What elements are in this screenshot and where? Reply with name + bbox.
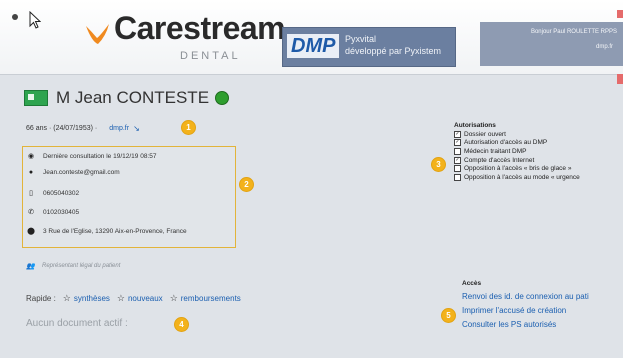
star-icon[interactable]: ☆ xyxy=(170,293,178,304)
auth-item[interactable]: ✓ Compte d'accès Internet xyxy=(454,156,580,165)
quick-label: Rapide : xyxy=(26,294,56,303)
dmp-banner: DMP Pyxvital développé par Pyxistem xyxy=(282,27,456,67)
patient-card-icon xyxy=(24,90,48,106)
eye-icon: ◉ xyxy=(27,153,35,160)
checkbox-unchecked[interactable] xyxy=(454,165,461,173)
auth-label: Dossier ouvert xyxy=(464,130,506,138)
badge-3: 3 xyxy=(432,158,445,171)
patient-age-line: 66 ans · (24/07/1953) · dmp.fr ↘ xyxy=(26,124,140,133)
no-document-text: Aucun document actif : xyxy=(26,318,128,329)
access-title: Accès xyxy=(462,280,482,287)
carestream-mark-icon xyxy=(86,24,109,44)
auth-item[interactable]: Opposition à l'accès « bris de glace » xyxy=(454,164,580,173)
auth-label: Compte d'accès Internet xyxy=(464,156,535,164)
authorizations-title: Autorisations xyxy=(454,122,496,129)
checkbox-checked[interactable]: ✓ xyxy=(454,156,461,164)
location-icon: ⬤ xyxy=(27,228,35,235)
star-icon[interactable]: ☆ xyxy=(117,293,125,304)
auth-label: Opposition à l'accès « bris de glace » xyxy=(464,165,572,173)
mobile-icon: ▯ xyxy=(29,190,33,197)
address-text: 3 Rue de l'Eglise, 13290 Aix-en-Provence… xyxy=(43,227,187,235)
star-icon[interactable]: ☆ xyxy=(63,293,71,304)
patient-age-dob: 66 ans · (24/07/1953) · xyxy=(26,125,98,132)
user-dmp-link[interactable]: dmp.fr xyxy=(596,44,613,50)
phone-row: ✆ 0102030405 xyxy=(27,208,79,217)
patient-title: M Jean CONTESTE xyxy=(24,88,230,108)
badge-2: 2 xyxy=(240,178,253,191)
quick-links: Rapide : ☆ synthèses ☆ nouveaux ☆ rembou… xyxy=(26,293,241,304)
people-icon: 👥 xyxy=(26,263,35,270)
badge-4: 4 xyxy=(175,318,188,331)
legal-representative: 👥 Représentant légal du patient xyxy=(26,262,120,270)
auth-label: Médecin traitant DMP xyxy=(464,147,527,155)
dmp-banner-text: Pyxvital développé par Pyxistem xyxy=(345,33,441,57)
dmp-logo: DMP xyxy=(287,34,340,58)
last-visit-row: ◉ Dernière consultation le 19/12/19 08:5… xyxy=(27,152,157,161)
auth-item[interactable]: ✓ Dossier ouvert xyxy=(454,130,580,139)
patient-info-box: ◉ Dernière consultation le 19/12/19 08:5… xyxy=(22,146,236,248)
email-text[interactable]: Jean.conteste@gmail.com xyxy=(43,169,120,176)
access-link-print-receipt[interactable]: Imprimer l'accusé de création xyxy=(462,304,589,318)
dmp-line2: développé par Pyxistem xyxy=(345,46,442,56)
patient-name: M Jean CONTESTE xyxy=(56,88,210,107)
email-row: ● Jean.conteste@gmail.com xyxy=(27,169,120,176)
auth-item[interactable]: Médecin traitant DMP xyxy=(454,147,580,156)
auth-label: Autorisation d'accès au DMP xyxy=(464,139,548,147)
badge-1: 1 xyxy=(182,121,195,134)
auth-label: Opposition à l'accès au mode « urgence xyxy=(464,173,580,181)
access-link-resend-ids[interactable]: Renvoi des id. de connexion au pati xyxy=(462,290,589,304)
quick-link-syntheses[interactable]: synthèses xyxy=(74,294,110,303)
badge-5: 5 xyxy=(442,309,455,322)
auth-item[interactable]: ✓ Autorisation d'accès au DMP xyxy=(454,139,580,148)
access-link-view-ps[interactable]: Consulter les PS autorisés xyxy=(462,318,589,332)
brand-name: Carestream xyxy=(114,10,286,46)
authorizations-panel: Autorisations ✓ Dossier ouvert ✓ Autoris… xyxy=(454,122,580,182)
phone-text[interactable]: 0102030405 xyxy=(43,209,79,216)
quick-link-nouveaux[interactable]: nouveaux xyxy=(128,294,163,303)
quick-link-remboursements[interactable]: remboursements xyxy=(181,294,241,303)
last-visit-text: Dernière consultation le 19/12/19 08:57 xyxy=(43,152,157,160)
patient-dmp-link[interactable]: dmp.fr xyxy=(109,125,129,132)
mobile-row: ▯ 0605040302 xyxy=(27,189,79,198)
gear-icon[interactable] xyxy=(12,14,18,20)
mobile-text[interactable]: 0605040302 xyxy=(43,190,79,197)
checkbox-checked[interactable]: ✓ xyxy=(454,130,461,138)
dmp-line1: Pyxvital xyxy=(345,34,377,44)
phone-icon: ✆ xyxy=(28,209,34,216)
corner-chip-lower[interactable] xyxy=(617,74,623,84)
user-greeting: Bonjour Paul ROULETTE RPPS xyxy=(530,29,617,35)
external-link-icon[interactable]: ↘ xyxy=(133,124,140,133)
brand-subtitle: DENTAL xyxy=(180,50,241,62)
cursor-icon xyxy=(29,11,41,29)
legal-rep-text[interactable]: Représentant légal du patient xyxy=(42,263,120,269)
status-dot-icon xyxy=(215,91,230,105)
email-icon: ● xyxy=(28,169,34,176)
address-row: ⬤ 3 Rue de l'Eglise, 13290 Aix-en-Proven… xyxy=(27,227,187,236)
corner-chip[interactable] xyxy=(617,10,623,18)
checkbox-checked[interactable]: ✓ xyxy=(454,139,461,147)
access-panel: Accès Renvoi des id. de connexion au pat… xyxy=(462,280,589,332)
checkbox-unchecked[interactable] xyxy=(454,147,461,155)
auth-item[interactable]: Opposition à l'accès au mode « urgence xyxy=(454,173,580,182)
app-header: Carestream DENTAL DMP Pyxvital développé… xyxy=(0,0,623,75)
checkbox-unchecked[interactable] xyxy=(454,173,461,181)
